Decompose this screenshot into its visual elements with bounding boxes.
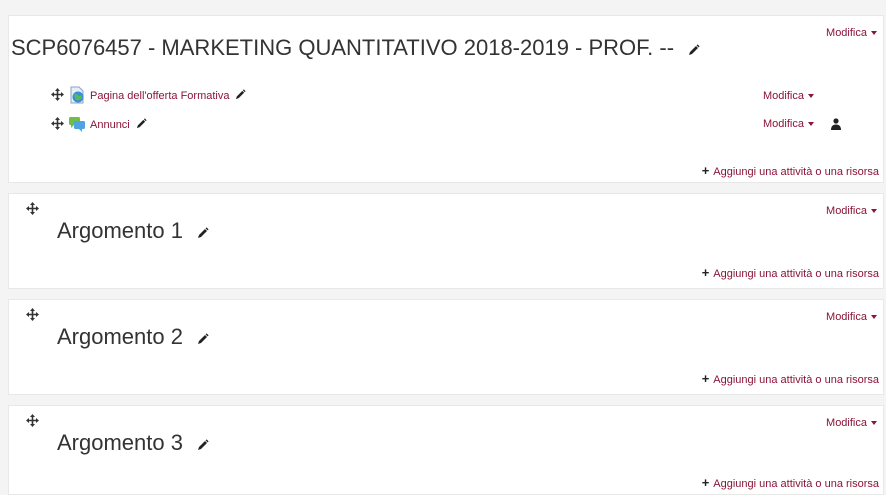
course-header-section: SCP6076457 - MARKETING QUANTITATIVO 2018… [8,15,884,183]
edit-title-pencil-icon[interactable] [235,89,247,103]
section-edit-menu[interactable]: Modifica [826,311,877,323]
plus-icon: + [701,475,710,490]
section-title: Argomento 3 [57,430,209,457]
activity-row: Pagina dell'offerta Formativa [51,86,247,107]
edit-title-pencil-icon[interactable] [197,431,209,457]
chevron-down-icon [871,209,877,214]
move-icon[interactable] [26,308,39,326]
move-icon[interactable] [26,202,39,220]
section-edit-menu[interactable]: Modifica [826,205,877,217]
chevron-down-icon [871,315,877,320]
edit-title-pencil-icon[interactable] [136,118,147,132]
plus-icon: + [701,163,710,178]
page-globe-icon [68,86,86,107]
move-icon[interactable] [51,117,64,133]
section-title: SCP6076457 - MARKETING QUANTITATIVO 2018… [11,35,700,62]
chevron-down-icon [871,31,877,36]
add-activity-button[interactable]: + Aggiungi una attività o una risorsa [702,475,879,490]
user-icon[interactable] [831,117,841,135]
edit-title-pencil-icon[interactable] [688,36,700,62]
section-title: Argomento 2 [57,324,209,351]
move-icon[interactable] [26,414,39,432]
add-activity-button[interactable]: + Aggiungi una attività o una risorsa [702,371,879,386]
topic-section: Argomento 1 Modifica + Aggiungi una attiv… [8,193,884,289]
section-edit-menu[interactable]: Modifica [826,417,877,429]
section-edit-menu[interactable]: Modifica [826,27,877,39]
topic-section: Argomento 2 Modifica + Aggiungi una attiv… [8,299,884,395]
add-activity-button[interactable]: + Aggiungi una attività o una risorsa [702,265,879,280]
section-title: Argomento 1 [57,218,209,245]
activity-edit-menu[interactable]: Modifica [763,118,814,130]
activity-link[interactable]: Pagina dell'offerta Formativa [90,90,229,102]
plus-icon: + [701,265,710,280]
add-activity-button[interactable]: + Aggiungi una attività o una risorsa [702,163,879,178]
chevron-down-icon [807,122,814,127]
edit-title-pencil-icon[interactable] [197,219,209,245]
topic-section: Argomento 3 Modifica + Aggiungi una attiv… [8,405,884,495]
forum-icon [68,115,86,136]
activity-link[interactable]: Annunci [90,119,130,131]
move-icon[interactable] [51,88,64,104]
chevron-down-icon [807,94,814,99]
activity-edit-menu[interactable]: Modifica [763,90,814,102]
activity-row: Annunci [51,115,147,135]
chevron-down-icon [871,421,877,426]
edit-title-pencil-icon[interactable] [197,325,209,351]
plus-icon: + [701,371,710,386]
